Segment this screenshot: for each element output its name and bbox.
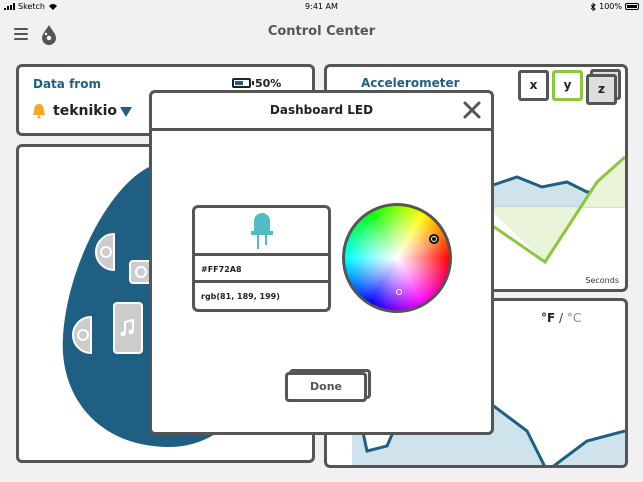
touch-pad-2-icon[interactable] (61, 315, 93, 355)
speaker-music-icon[interactable] (113, 302, 143, 354)
dialog-title: Dashboard LED (269, 103, 374, 117)
rgb-value[interactable]: rgb(81, 189, 199) (195, 283, 328, 309)
dashboard-led-dialog: Dashboard LED #FF72A8 rgb(81, 189, 199) … (149, 90, 494, 435)
unit-celsius[interactable]: °C (567, 311, 581, 325)
status-right: 100% (591, 2, 639, 11)
nav-bar: Control Center (0, 14, 643, 52)
axis-x-button[interactable]: x (518, 70, 549, 101)
color-wheel[interactable] (342, 203, 452, 313)
hex-value[interactable]: #FF72A8 (195, 256, 328, 283)
device-dropdown-icon[interactable] (120, 107, 132, 117)
battery-icon (625, 3, 639, 10)
axis-z-button[interactable]: z (586, 74, 617, 105)
data-from-label: Data from (33, 77, 101, 91)
device-battery-icon (232, 78, 254, 88)
close-icon[interactable] (461, 99, 483, 121)
battery-percent-label: 100% (599, 2, 622, 11)
device-name[interactable]: teknikio (53, 103, 117, 119)
dialog-header: Dashboard LED (152, 93, 491, 131)
temperature-unit-toggle[interactable]: °F / °C (541, 311, 581, 325)
led-bulb-icon (251, 213, 273, 249)
axis-y-button[interactable]: y (552, 70, 583, 101)
status-bar: Sketch 9:41 AM 100% (0, 0, 643, 14)
x-axis-label: Seconds (585, 276, 619, 285)
bluetooth-icon (591, 2, 596, 11)
unit-separator: / (555, 311, 567, 325)
done-button-stack: Done (285, 369, 371, 402)
page-title: Control Center (267, 24, 376, 39)
touch-pad-icon[interactable] (84, 232, 116, 272)
unit-fahrenheit[interactable]: °F (541, 311, 555, 325)
done-button[interactable]: Done (285, 372, 367, 402)
color-wheel-handle[interactable] (429, 234, 439, 244)
led-preview (195, 208, 328, 256)
bell-icon (33, 104, 45, 119)
accelerometer-title: Accelerometer (361, 76, 460, 90)
device-battery-percent: 50% (255, 77, 282, 90)
led-info-panel: #FF72A8 rgb(81, 189, 199) (192, 205, 331, 312)
color-wheel-secondary-handle[interactable] (396, 289, 402, 295)
status-time: 9:41 AM (305, 2, 338, 11)
